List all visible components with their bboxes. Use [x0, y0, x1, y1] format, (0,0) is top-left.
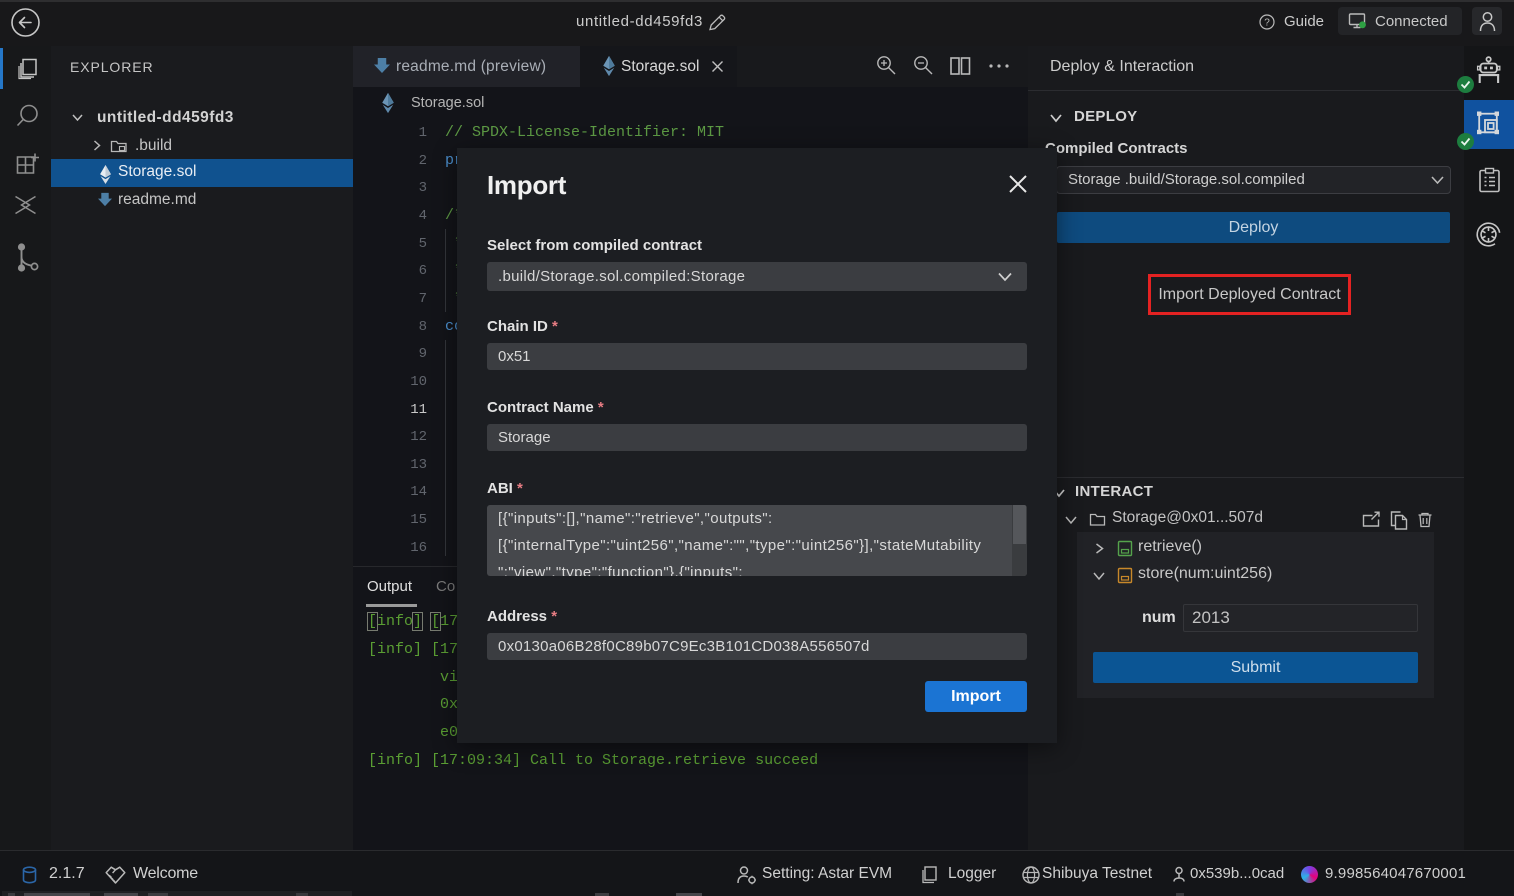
- svg-text:?: ?: [1264, 17, 1270, 28]
